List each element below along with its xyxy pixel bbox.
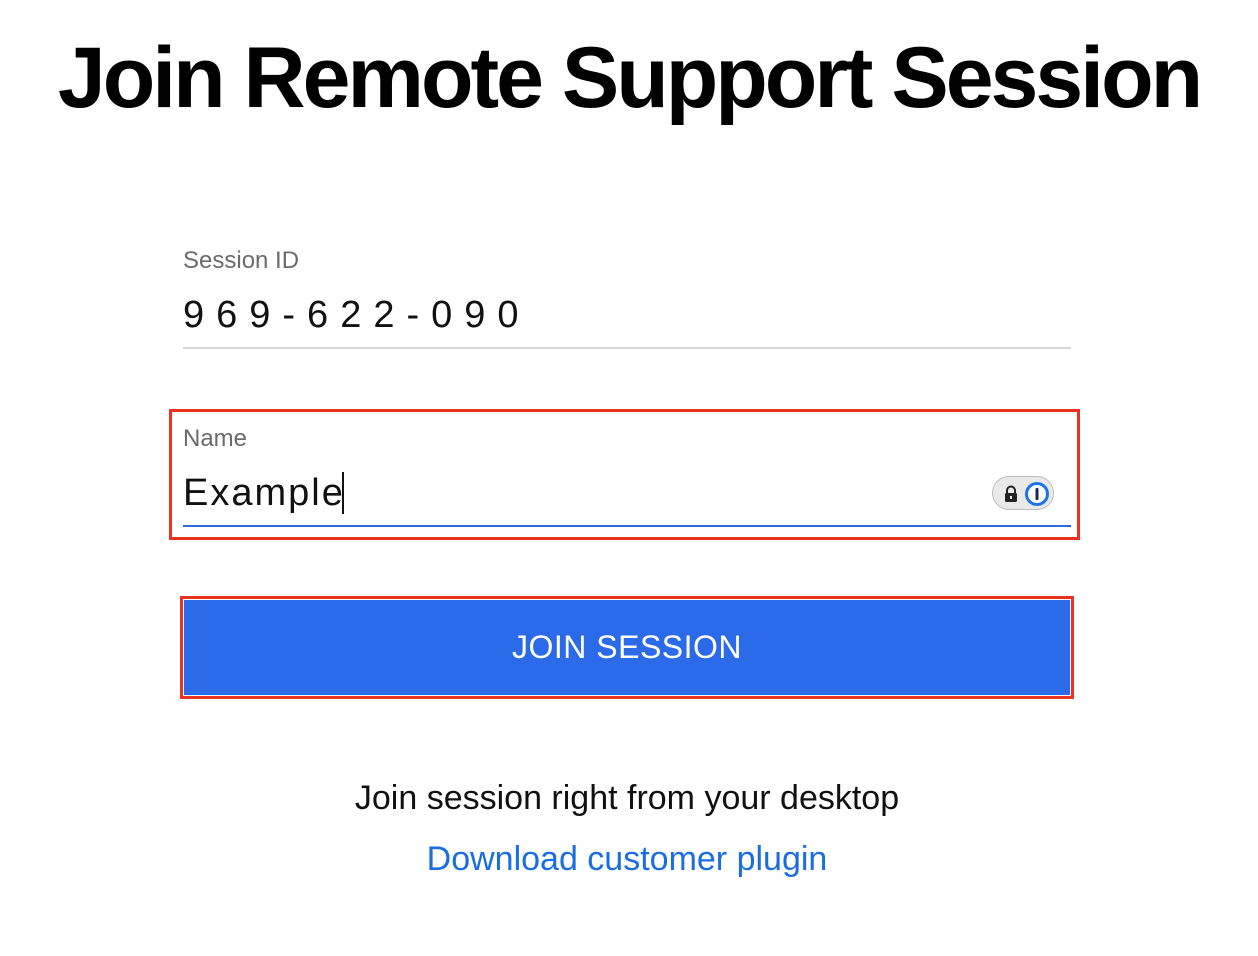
name-label: Name <box>183 425 248 452</box>
desktop-join-text: Join session right from your desktop <box>354 779 900 817</box>
download-plugin-link[interactable]: Download customer plugin <box>0 837 1254 881</box>
text-caret <box>342 472 344 514</box>
name-field[interactable]: Name <box>183 422 1071 527</box>
session-id-label: Session ID <box>183 247 300 274</box>
name-input[interactable] <box>183 470 973 516</box>
join-session-button[interactable]: JOIN SESSION <box>184 600 1070 695</box>
session-id-field[interactable]: Session ID 969-622-090 <box>183 244 1071 349</box>
page-title: Join Remote Support Session <box>57 30 1203 126</box>
lock-icon <box>1005 485 1017 502</box>
password-manager-button[interactable] <box>992 476 1054 510</box>
join-session-page: Join Remote Support Session Session ID 9… <box>0 0 1258 956</box>
onepassword-icon <box>1025 482 1049 506</box>
session-id-value[interactable]: 969-622-090 <box>183 292 531 338</box>
